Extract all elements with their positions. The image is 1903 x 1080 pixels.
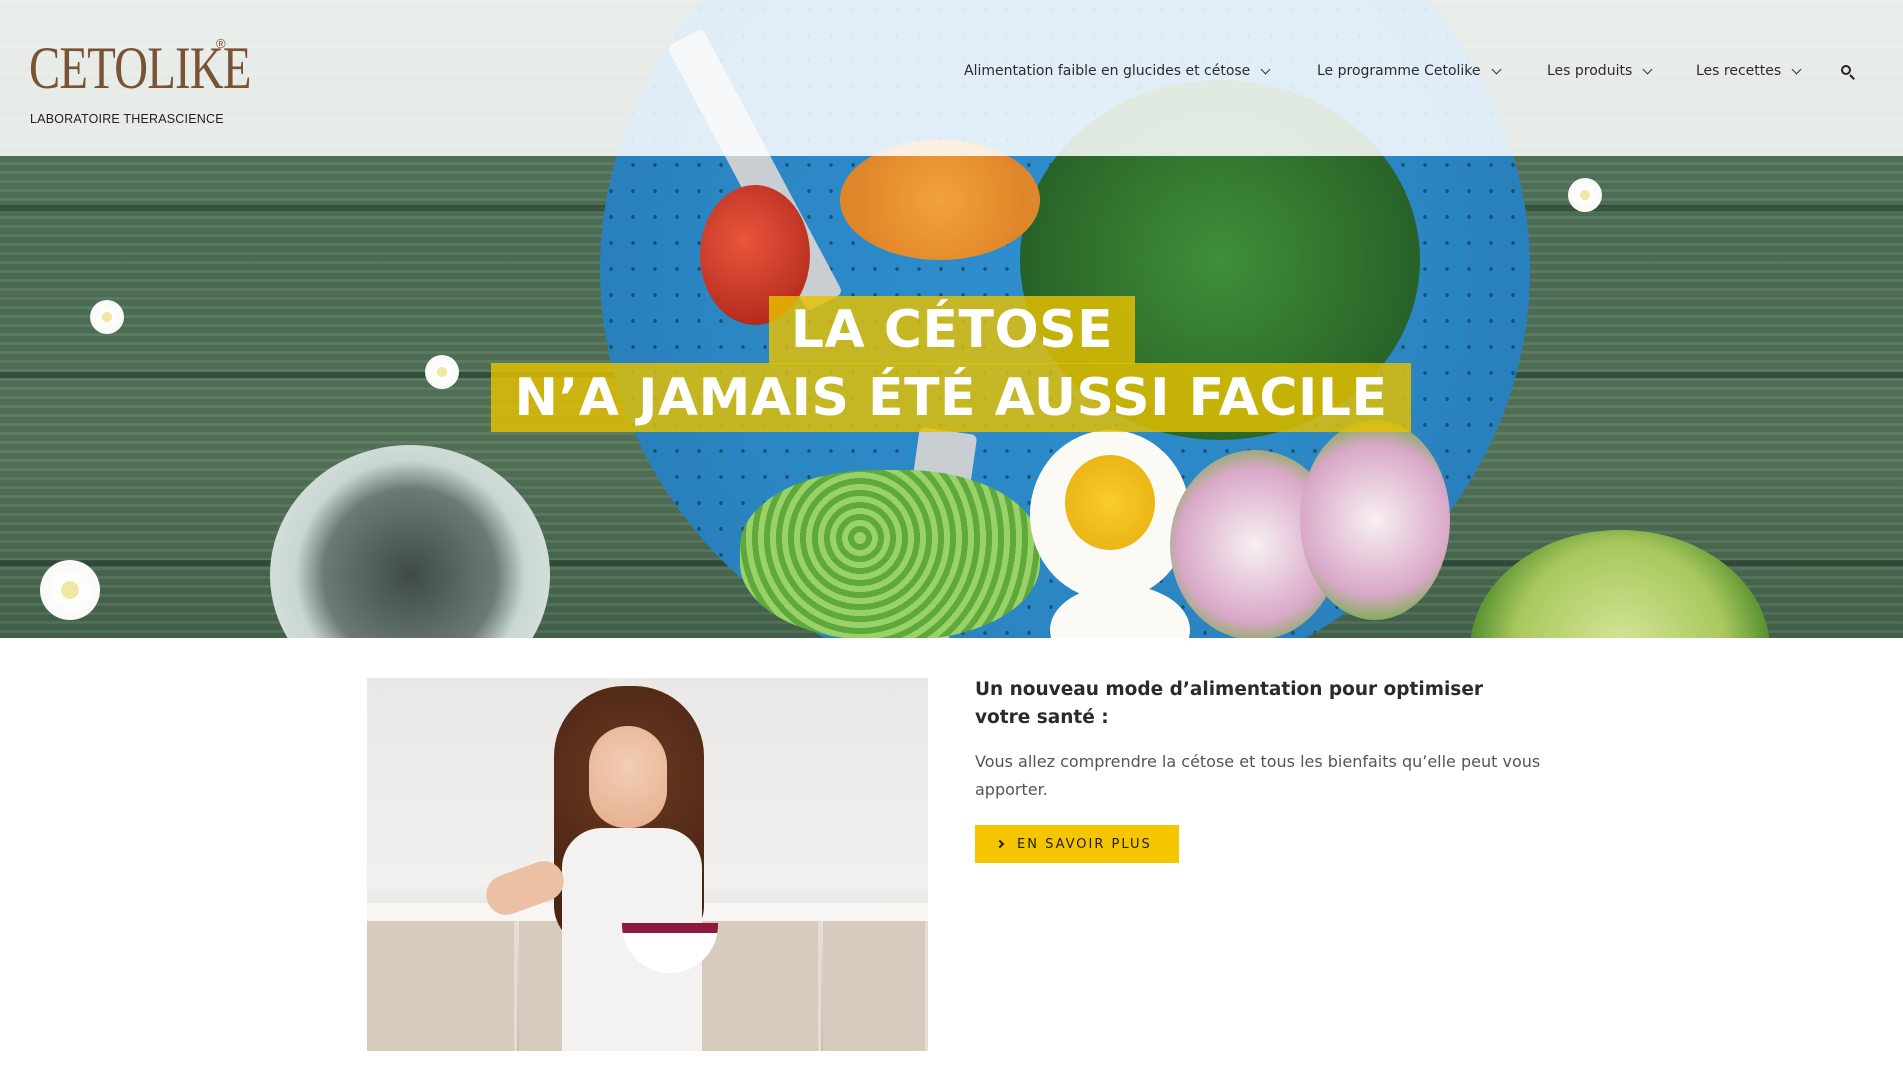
hero-headline-line1: LA CÉTOSE bbox=[769, 296, 1135, 364]
nav-item-label: Le programme Cetolike bbox=[1317, 63, 1481, 79]
nav-item-recettes[interactable]: Les recettes bbox=[1696, 63, 1802, 79]
cta-label: EN SAVOIR PLUS bbox=[1017, 836, 1152, 852]
nav-item-produits[interactable]: Les produits bbox=[1547, 63, 1653, 79]
flower-decoration bbox=[90, 300, 124, 334]
nav-item-label: Alimentation faible en glucides et cétos… bbox=[964, 63, 1251, 79]
section-description: Vous allez comprendre la cétose et tous … bbox=[975, 752, 1541, 799]
radish-image bbox=[1300, 420, 1450, 620]
pepper-bowl-image bbox=[270, 445, 550, 638]
hero-headline-line2: N’A JAMAIS ÉTÉ AUSSI FACILE bbox=[491, 363, 1411, 432]
chevron-down-icon bbox=[1260, 64, 1271, 74]
search-icon[interactable] bbox=[1841, 65, 1855, 80]
flower-decoration bbox=[1568, 178, 1602, 212]
nav-item-programme[interactable]: Le programme Cetolike bbox=[1317, 63, 1501, 79]
flower-decoration bbox=[40, 560, 100, 620]
woman-eating-berries-photo bbox=[367, 678, 928, 1051]
chevron-down-icon bbox=[1491, 64, 1501, 74]
section-title: Un nouveau mode d’alimentation pour opti… bbox=[975, 679, 1483, 728]
flower-decoration bbox=[425, 355, 459, 389]
nav-item-alimentation[interactable]: Alimentation faible en glucides et cétos… bbox=[964, 63, 1271, 79]
nav-item-label: Les recettes bbox=[1696, 63, 1782, 79]
site-logo[interactable]: CETOLIKE ® LABORATOIRE THERASCIENCE bbox=[29, 28, 251, 132]
logo-registered-mark: ® bbox=[216, 36, 226, 51]
site-header: CETOLIKE ® LABORATOIRE THERASCIENCE Alim… bbox=[0, 0, 1903, 156]
avocado-image bbox=[1470, 530, 1770, 638]
hero-banner: CETOLIKE ® LABORATOIRE THERASCIENCE Alim… bbox=[0, 0, 1903, 638]
logo-subtitle: LABORATOIRE THERASCIENCE bbox=[30, 112, 224, 126]
chevron-right-icon bbox=[995, 839, 1005, 849]
zucchini-noodles-image bbox=[740, 470, 1040, 638]
chevron-down-icon bbox=[1791, 64, 1802, 74]
en-savoir-plus-button[interactable]: EN SAVOIR PLUS bbox=[975, 825, 1179, 863]
egg-yolk-image bbox=[1065, 455, 1155, 550]
carrot-image bbox=[840, 140, 1040, 260]
chevron-down-icon bbox=[1642, 64, 1653, 74]
nav-item-label: Les produits bbox=[1547, 63, 1633, 79]
